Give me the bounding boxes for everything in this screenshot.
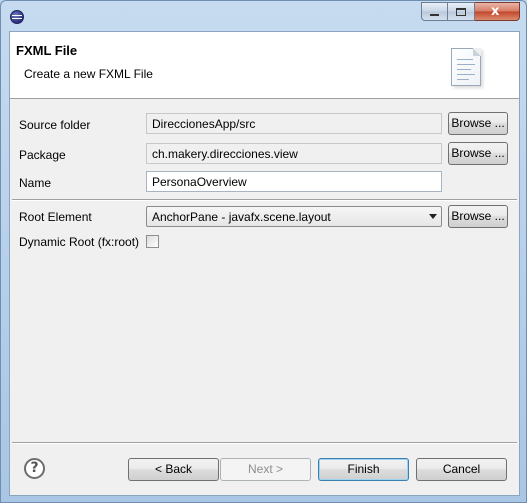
finish-button[interactable]: Finish <box>318 458 409 481</box>
package-browse-button[interactable]: Browse ... <box>448 142 508 165</box>
close-button[interactable]: x <box>475 2 520 21</box>
minimize-button[interactable] <box>421 2 448 21</box>
dynamic-root-checkbox[interactable] <box>146 235 159 248</box>
eclipse-icon <box>10 10 24 24</box>
root-element-select[interactable]: AnchorPane - javafx.scene.layout <box>146 206 442 227</box>
dynamic-root-label: Dynamic Root (fx:root) <box>19 235 140 249</box>
wizard-window: x FXML File Create a new FXML File Sourc… <box>0 0 527 503</box>
chevron-down-icon[interactable] <box>429 214 437 219</box>
source-folder-label: Source folder <box>19 118 91 132</box>
root-element-browse-button[interactable]: Browse ... <box>448 205 508 228</box>
maximize-icon <box>456 8 466 16</box>
name-label: Name <box>19 176 52 190</box>
back-button[interactable]: < Back <box>128 458 219 481</box>
footer-separator <box>12 442 517 444</box>
page-description: Create a new FXML File <box>24 67 153 81</box>
page-title: FXML File <box>16 43 78 58</box>
next-button[interactable]: Next > <box>220 458 311 481</box>
caption-buttons: x <box>421 2 520 22</box>
title-bar[interactable]: x <box>1 1 526 31</box>
source-folder-field[interactable]: DireccionesApp/src <box>146 113 442 134</box>
wizard-client-area: FXML File Create a new FXML File Source … <box>9 31 520 496</box>
close-icon: x <box>491 4 500 19</box>
source-folder-browse-button[interactable]: Browse ... <box>448 112 508 135</box>
form-separator <box>12 199 517 201</box>
package-field[interactable]: ch.makery.direcciones.view <box>146 143 442 164</box>
file-icon <box>451 48 481 86</box>
root-element-label: Root Element <box>19 210 92 224</box>
minimize-icon <box>430 14 439 16</box>
root-element-value: AnchorPane - javafx.scene.layout <box>152 210 331 224</box>
name-input[interactable]: PersonaOverview <box>146 171 442 192</box>
package-label: Package <box>19 148 66 162</box>
help-icon[interactable]: ? <box>24 458 45 479</box>
maximize-button[interactable] <box>448 2 475 21</box>
wizard-banner: FXML File Create a new FXML File <box>10 32 519 99</box>
cancel-button[interactable]: Cancel <box>416 458 507 481</box>
